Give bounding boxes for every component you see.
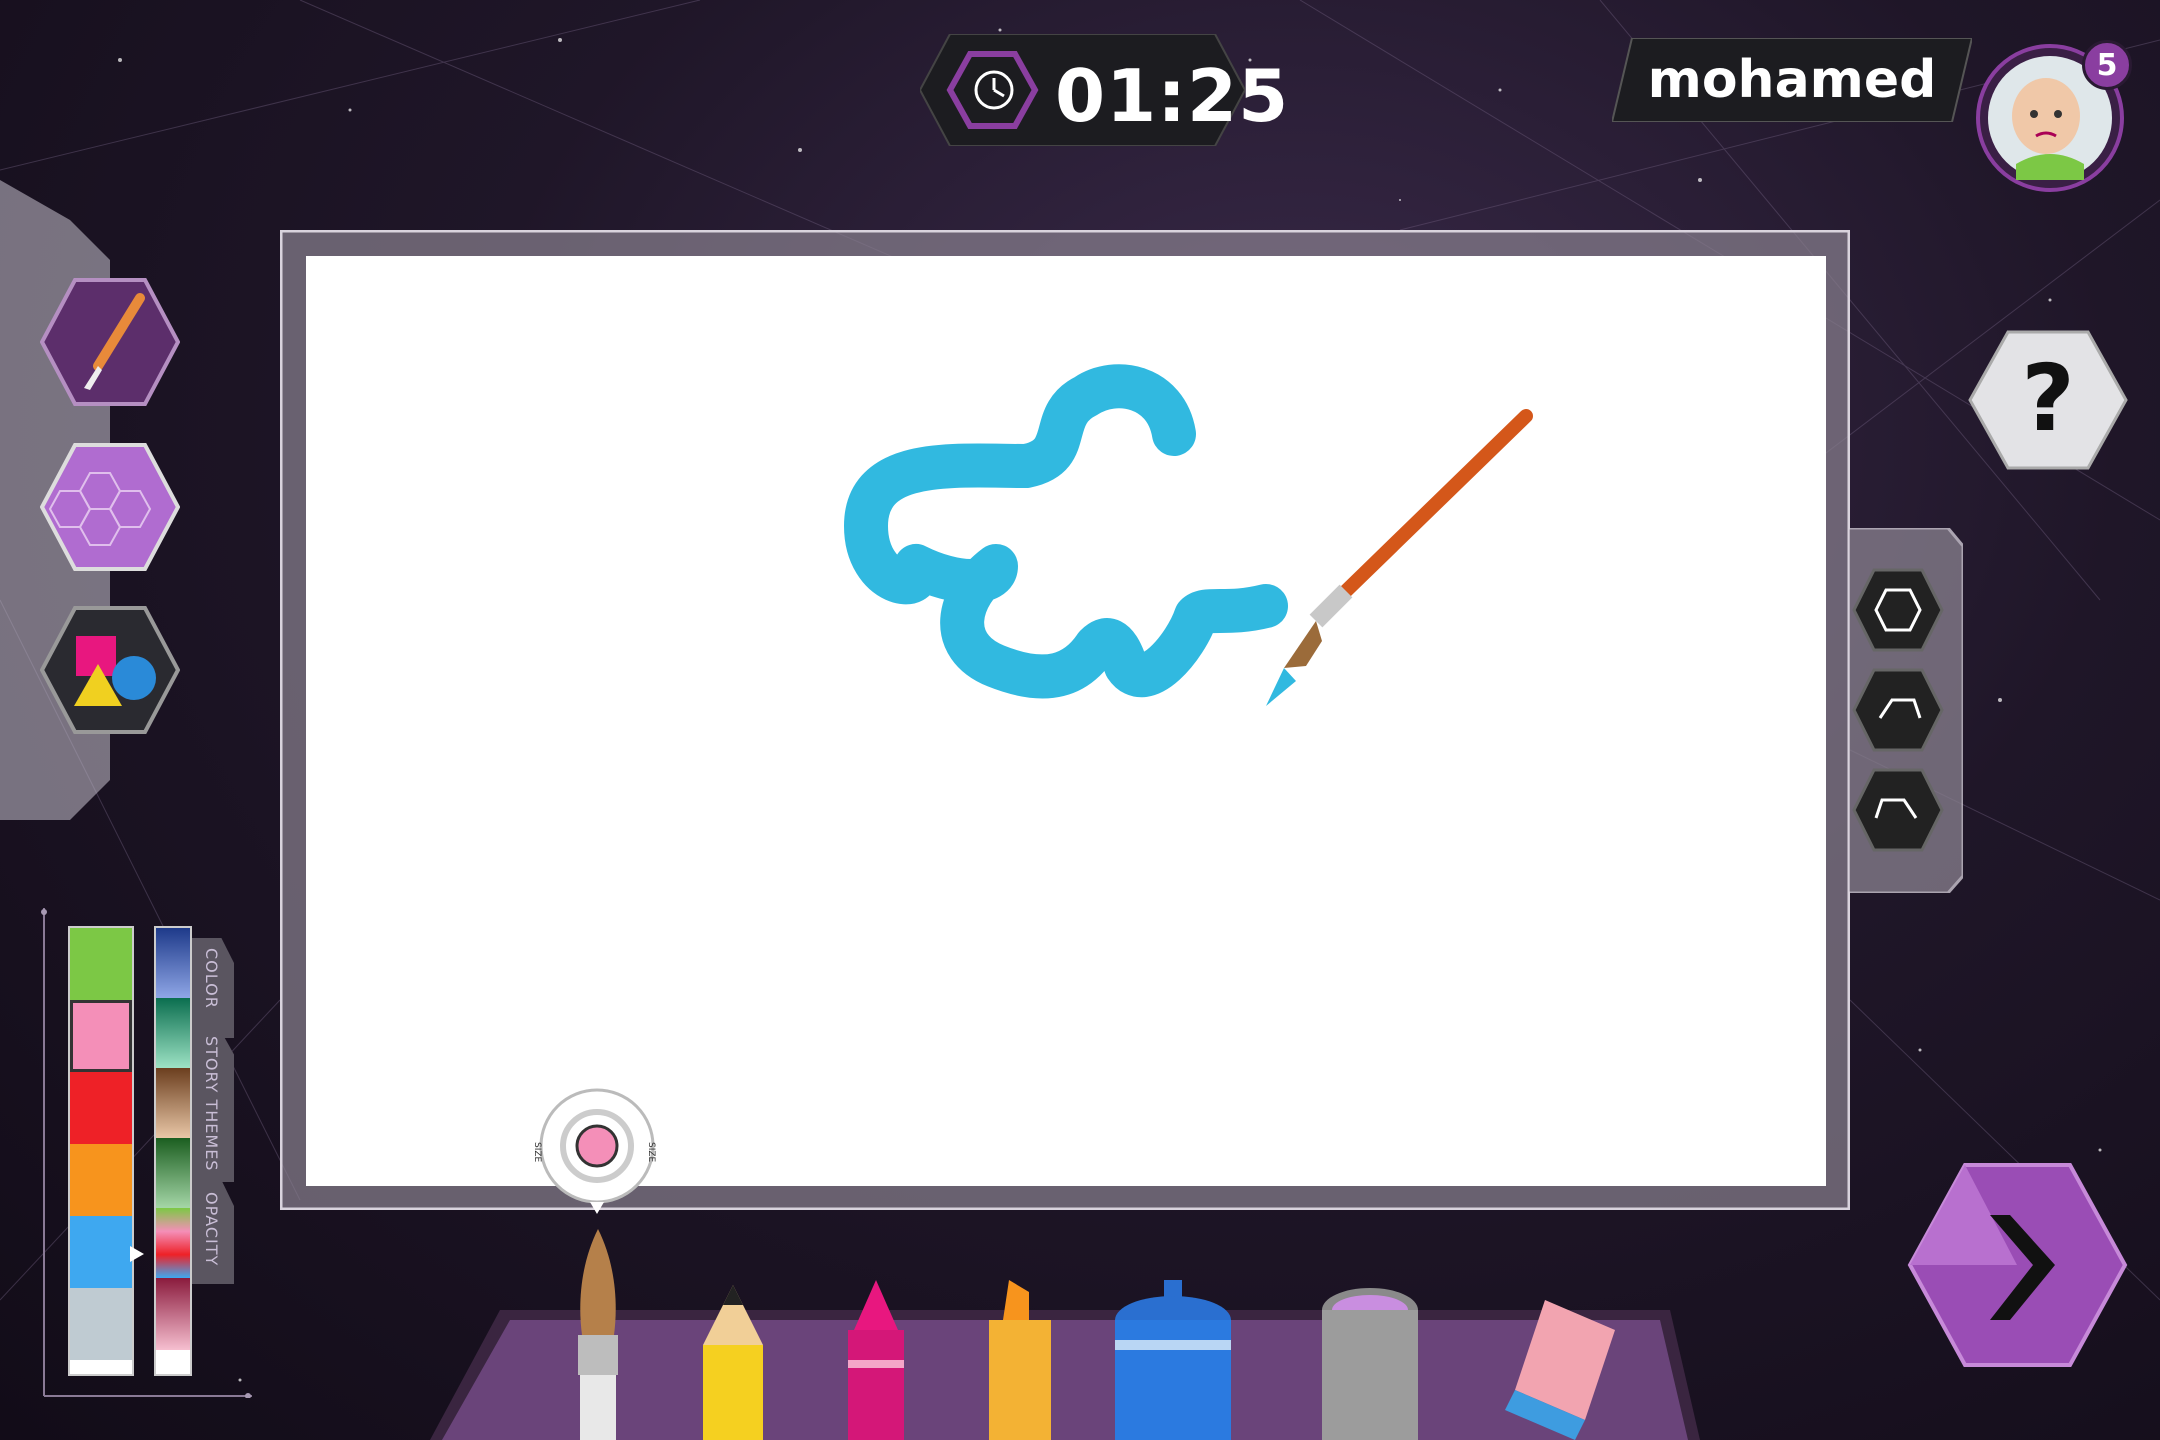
swatch-orange[interactable] bbox=[70, 1144, 132, 1216]
question-icon: ? bbox=[2021, 345, 2074, 452]
selected-arrow-icon bbox=[130, 1246, 144, 1262]
size-increase-label: SIZE bbox=[646, 1142, 656, 1163]
pencil-tool-icon bbox=[703, 1285, 763, 1440]
paintbrush-tool-icon bbox=[578, 1229, 618, 1440]
eraser-tool-icon bbox=[1505, 1300, 1615, 1440]
swatch-blue[interactable] bbox=[70, 1216, 132, 1288]
spray-can-tool-icon bbox=[1115, 1280, 1231, 1440]
username: mohamed bbox=[1647, 50, 1937, 110]
next-button[interactable] bbox=[1905, 1160, 2130, 1370]
drawing-canvas[interactable] bbox=[306, 256, 1826, 1186]
swatch-pink[interactable] bbox=[70, 1000, 132, 1072]
clock-icon bbox=[974, 70, 1014, 110]
clear-canvas-button[interactable] bbox=[1852, 568, 1944, 652]
crayon-tool-icon bbox=[848, 1280, 904, 1440]
tab-story-themes[interactable]: STORY THEMES bbox=[192, 1032, 234, 1182]
brush-mode-button[interactable] bbox=[40, 278, 180, 406]
brush-size-selector[interactable]: SIZE SIZE bbox=[532, 1086, 662, 1216]
swatch-green[interactable] bbox=[70, 928, 132, 1000]
color-swatch-column bbox=[68, 926, 134, 1376]
crayon-tool[interactable] bbox=[836, 1280, 916, 1440]
pattern-mode-button[interactable] bbox=[40, 443, 180, 571]
swatch-grey[interactable] bbox=[70, 1288, 132, 1360]
drawing-strokes bbox=[844, 364, 1288, 699]
timer-value: 01:25 bbox=[1055, 54, 1290, 138]
shapes-mode-button[interactable] bbox=[40, 606, 180, 734]
timer: 01:25 bbox=[920, 34, 1288, 146]
swatch-red[interactable] bbox=[70, 1072, 132, 1144]
undo-button[interactable] bbox=[1852, 668, 1944, 752]
username-banner: mohamed bbox=[1612, 38, 1972, 122]
paint-bucket-tool-icon bbox=[1322, 1288, 1418, 1440]
paintbrush-tool[interactable] bbox=[560, 1225, 636, 1440]
tab-opacity[interactable]: OPACITY bbox=[192, 1180, 234, 1284]
tab-color[interactable]: COLOR bbox=[192, 938, 234, 1038]
size-decrease-label: SIZE bbox=[532, 1142, 542, 1163]
eraser-tool[interactable] bbox=[1505, 1290, 1625, 1440]
highlighter-tool[interactable] bbox=[975, 1280, 1065, 1440]
pencil-tool[interactable] bbox=[695, 1285, 771, 1440]
highlighter-tool-icon bbox=[989, 1280, 1051, 1440]
paintbrush-cursor-icon bbox=[1266, 409, 1533, 706]
notification-badge: 5 bbox=[2082, 40, 2132, 90]
help-button[interactable]: ? bbox=[1968, 330, 2128, 470]
redo-button[interactable] bbox=[1852, 768, 1944, 852]
paint-bucket-tool[interactable] bbox=[1320, 1285, 1420, 1440]
spray-can-tool[interactable] bbox=[1112, 1280, 1242, 1440]
shade-strip[interactable] bbox=[154, 926, 192, 1376]
